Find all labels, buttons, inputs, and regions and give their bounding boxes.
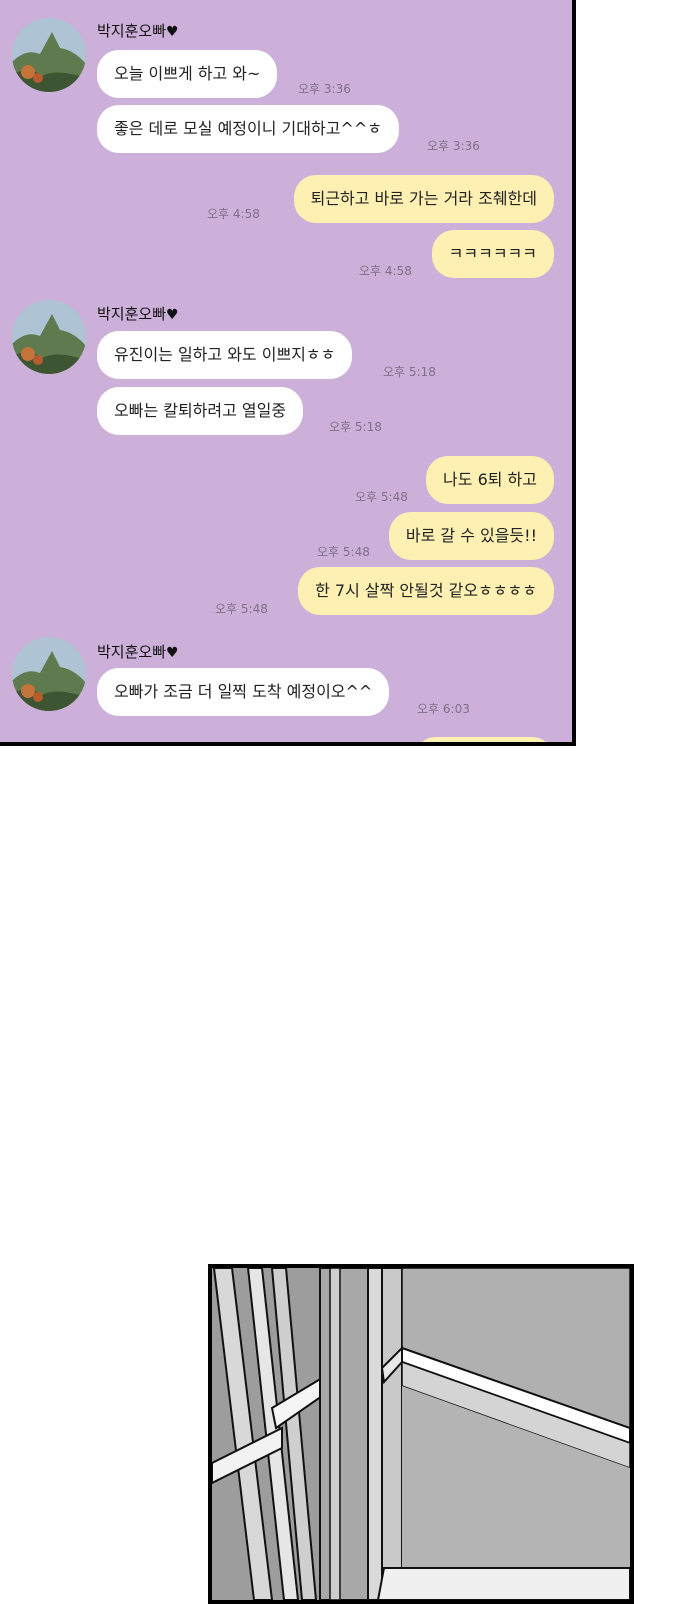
sender-name: 박지훈오빠♥ [97, 20, 179, 41]
sender-name-text: 박지훈오빠 [97, 643, 167, 661]
message-time: 오후 5:18 [329, 420, 382, 434]
message-time: 오후 5:48 [317, 545, 370, 559]
message-bubble-outgoing[interactable]: 나도 6퇴 하고 [426, 456, 554, 504]
message-bubble-outgoing[interactable]: ㅋㅋㅋㅋㅋㅋ [431, 230, 554, 278]
message-bubble-outgoing[interactable]: 바로 갈 수 있을듯!! [388, 512, 554, 560]
message-bubble-outgoing[interactable]: 한 7시 살짝 안될것 같오ㅎㅎㅎㅎ [298, 567, 554, 615]
message-bubble-outgoing[interactable]: 퇴근하고 바로 가는 거라 조췌한데 [293, 175, 554, 223]
message-time: 오후 5:48 [215, 602, 268, 616]
window-frame-illustration [212, 1268, 630, 1600]
chat-panel: 박지훈오빠♥ 오늘 이쁘게 하고 와~ 오후 3:36 좋은 데로 모실 예정이… [0, 0, 576, 746]
message-bubble[interactable]: 좋은 데로 모실 예정이니 기대하고^^ㅎ [97, 105, 399, 153]
window-illustration-panel [208, 1264, 634, 1604]
message-bubble[interactable]: 오빠는 칼퇴하려고 열일중 [97, 387, 304, 435]
sender-name: 박지훈오빠♥ [97, 303, 179, 324]
message-bubble[interactable]: 오빠가 조금 더 일찍 도착 예정이오^^ [97, 668, 390, 716]
message-time: 오후 3:36 [427, 139, 480, 153]
sender-name-text: 박지훈오빠 [97, 22, 167, 40]
message-bubble[interactable]: 오늘 이쁘게 하고 와~ [97, 50, 278, 98]
heart-icon: ♥ [166, 307, 179, 323]
avatar[interactable] [12, 637, 86, 711]
avatar[interactable] [12, 300, 86, 374]
message-time: 오후 4:58 [359, 264, 412, 278]
avatar-photo [12, 18, 86, 92]
sender-name-text: 박지훈오빠 [97, 305, 167, 323]
heart-icon: ♥ [166, 645, 179, 661]
message-time: 오후 4:58 [207, 207, 260, 221]
message-bubble-outgoing-partial[interactable] [414, 737, 554, 742]
message-time: 오후 6:03 [417, 702, 470, 716]
heart-icon: ♥ [166, 24, 179, 40]
message-time: 오후 5:18 [383, 365, 436, 379]
message-time: 오후 3:36 [298, 82, 351, 96]
avatar-photo [12, 637, 86, 711]
avatar[interactable] [12, 18, 86, 92]
sender-name: 박지훈오빠♥ [97, 641, 179, 662]
avatar-photo [12, 300, 86, 374]
message-time: 오후 5:48 [355, 490, 408, 504]
message-bubble[interactable]: 유진이는 일하고 와도 이쁘지ㅎㅎ [97, 331, 353, 379]
